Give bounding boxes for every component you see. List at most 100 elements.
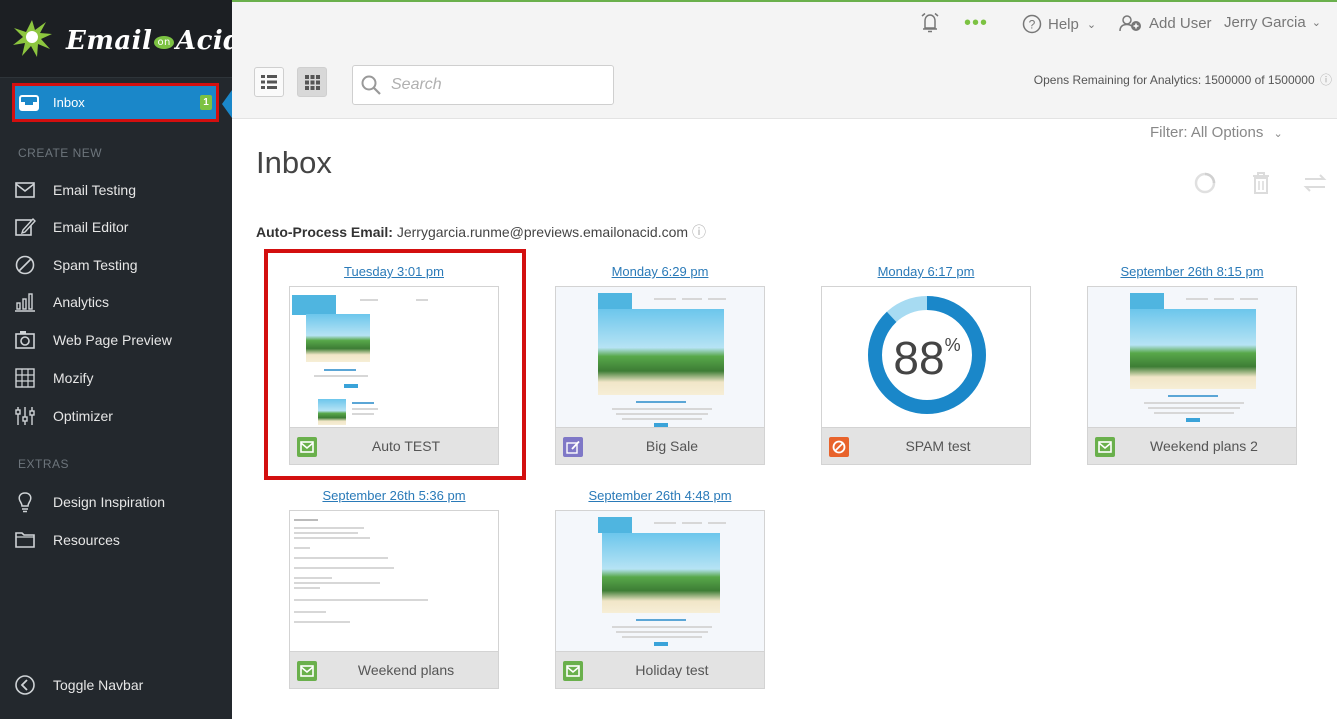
auto-process-label: Auto-Process Email: [256, 224, 393, 240]
card-footer[interactable]: Weekend plans [289, 651, 499, 689]
chevron-down-icon: ⌄ [1086, 18, 1097, 31]
logo-text: Email on Acid [66, 26, 242, 56]
help-menu[interactable]: ? Help ⌄ [1022, 14, 1096, 34]
grid-view-button[interactable] [297, 67, 327, 97]
card-date[interactable]: Monday 6:17 pm [821, 264, 1031, 286]
info-icon[interactable]: ⓘ [692, 224, 706, 240]
filter-label: Filter: All Options [1150, 124, 1264, 141]
toolbar: Opens Remaining for Analytics: 1500000 o… [232, 52, 1337, 119]
sidebar-item-label: Email Testing [53, 182, 137, 198]
grid-view-icon [304, 74, 320, 90]
beach-photo [602, 533, 720, 613]
chevron-down-icon: ⌄ [1273, 128, 1283, 140]
spam-card-spam-test[interactable]: Monday 6:17 pm 88% SPAM test [821, 264, 1031, 465]
sidebar: Email on Acid Inbox 1 CREATE NEW Email Tes… [0, 0, 241, 719]
search-box [352, 65, 614, 105]
add-user-button[interactable]: Add User [1119, 14, 1212, 32]
spam-score-value: 88% [893, 332, 961, 384]
notifications-button[interactable] [920, 12, 940, 34]
card-date[interactable]: September 26th 8:15 pm [1087, 264, 1297, 286]
dots-icon: ••• [964, 12, 989, 34]
card-footer[interactable]: SPAM test [821, 427, 1031, 465]
top-bar: ••• ? Help ⌄ Add User Jerry Garcia ⌄ [232, 0, 1337, 52]
acid-splat-icon [13, 20, 52, 57]
toggle-navbar-label: Toggle Navbar [53, 677, 144, 693]
sidebar-item-resources[interactable]: Resources [14, 525, 224, 555]
chevron-left-circle-icon [15, 675, 35, 695]
email-card-weekend-plans-2[interactable]: September 26th 8:15 pm Weekend plans 2 [1087, 264, 1297, 465]
sidebar-item-analytics[interactable]: Analytics [14, 287, 224, 317]
spam-score-thumbnail[interactable]: 88% [821, 286, 1031, 427]
email-preview-thumbnail[interactable] [555, 510, 765, 651]
edit-icon [15, 217, 36, 236]
email-test-icon [297, 661, 317, 681]
info-icon[interactable]: ⓘ [1320, 73, 1332, 87]
card-date[interactable]: September 26th 4:48 pm [555, 488, 765, 510]
auto-process-address[interactable]: Jerrygarcia.runme@previews.emailonacid.c… [397, 224, 688, 240]
card-date[interactable]: Monday 6:29 pm [555, 264, 765, 286]
card-title: SPAM test [905, 438, 971, 454]
email-card-holiday-test[interactable]: September 26th 4:48 pm Holiday test [555, 488, 765, 689]
sidebar-item-inbox[interactable]: Inbox 1 [12, 83, 219, 122]
sidebar-item-label: Web Page Preview [53, 332, 172, 348]
user-menu[interactable]: Jerry Garcia ⌄ [1224, 14, 1321, 31]
card-title: Weekend plans 2 [1150, 438, 1258, 454]
toggle-navbar-button[interactable]: Toggle Navbar [14, 670, 224, 700]
email-preview-thumbnail[interactable] [1087, 286, 1297, 427]
sidebar-item-label: Optimizer [53, 408, 113, 424]
email-test-icon [1095, 437, 1115, 457]
trash-icon[interactable] [1248, 170, 1274, 196]
list-view-button[interactable] [254, 67, 284, 97]
card-footer[interactable]: Big Sale [555, 427, 765, 465]
help-circle-icon: ? [1022, 14, 1042, 34]
sidebar-item-web-page-preview[interactable]: Web Page Preview [14, 325, 224, 355]
logo[interactable]: Email on Acid [0, 0, 241, 78]
sidebar-item-label: Design Inspiration [53, 494, 166, 510]
email-card-big-sale[interactable]: Monday 6:29 pm Big Sale [555, 264, 765, 465]
more-apps-button[interactable]: ••• [964, 12, 988, 35]
sidebar-item-email-editor[interactable]: Email Editor [14, 212, 224, 242]
card-footer[interactable]: Holiday test [555, 651, 765, 689]
sidebar-item-label: Spam Testing [53, 257, 138, 273]
sidebar-item-mozify[interactable]: Mozify [14, 363, 224, 393]
search-input[interactable] [391, 76, 591, 94]
auto-process-email: Auto-Process Email: Jerrygarcia.runme@pr… [256, 222, 706, 242]
section-title-create-new: CREATE NEW [18, 146, 103, 160]
email-card-weekend-plans[interactable]: September 26th 5:36 pm Weekend plans [289, 488, 499, 689]
newsletter-logo-block [1130, 293, 1164, 309]
add-user-label: Add User [1149, 14, 1212, 32]
email-preview-thumbnail[interactable] [289, 510, 499, 651]
add-user-icon [1119, 15, 1141, 32]
email-preview-thumbnail[interactable] [555, 286, 765, 427]
help-label: Help [1048, 15, 1079, 33]
email-editor-icon [563, 437, 583, 457]
card-date[interactable]: September 26th 5:36 pm [289, 488, 499, 510]
reprocess-icon[interactable] [1192, 170, 1218, 196]
svg-text:?: ? [1029, 18, 1036, 32]
ban-icon [15, 255, 35, 275]
filter-dropdown[interactable]: Filter: All Options ⌄ [1150, 124, 1283, 141]
grid-icon [15, 368, 35, 388]
card-title: Weekend plans [357, 662, 455, 678]
sidebar-item-label: Analytics [53, 294, 110, 310]
active-indicator [222, 90, 232, 118]
list-icon [261, 75, 277, 89]
newsletter-logo-block [598, 517, 632, 533]
inbox-tray-icon [19, 94, 39, 111]
sidebar-item-label: Resources [53, 532, 120, 548]
beach-photo [598, 309, 724, 395]
sidebar-item-email-testing[interactable]: Email Testing [14, 175, 224, 205]
sidebar-item-optimizer[interactable]: Optimizer [14, 401, 224, 431]
sidebar-item-label: Email Editor [53, 219, 129, 235]
section-title-extras: EXTRAS [18, 457, 70, 471]
sidebar-item-spam-testing[interactable]: Spam Testing [14, 250, 224, 280]
folder-icon [15, 532, 35, 548]
inbox-count-badge: 1 [200, 95, 212, 110]
sidebar-item-design-inspiration[interactable]: Design Inspiration [14, 487, 224, 517]
transfer-icon[interactable] [1302, 170, 1328, 196]
newsletter-logo-block [598, 293, 632, 309]
envelope-icon [15, 182, 35, 198]
opens-remaining-text: Opens Remaining for Analytics: 1500000 o… [1033, 73, 1315, 87]
card-footer[interactable]: Weekend plans 2 [1087, 427, 1297, 465]
card-title: Big Sale [645, 438, 699, 454]
